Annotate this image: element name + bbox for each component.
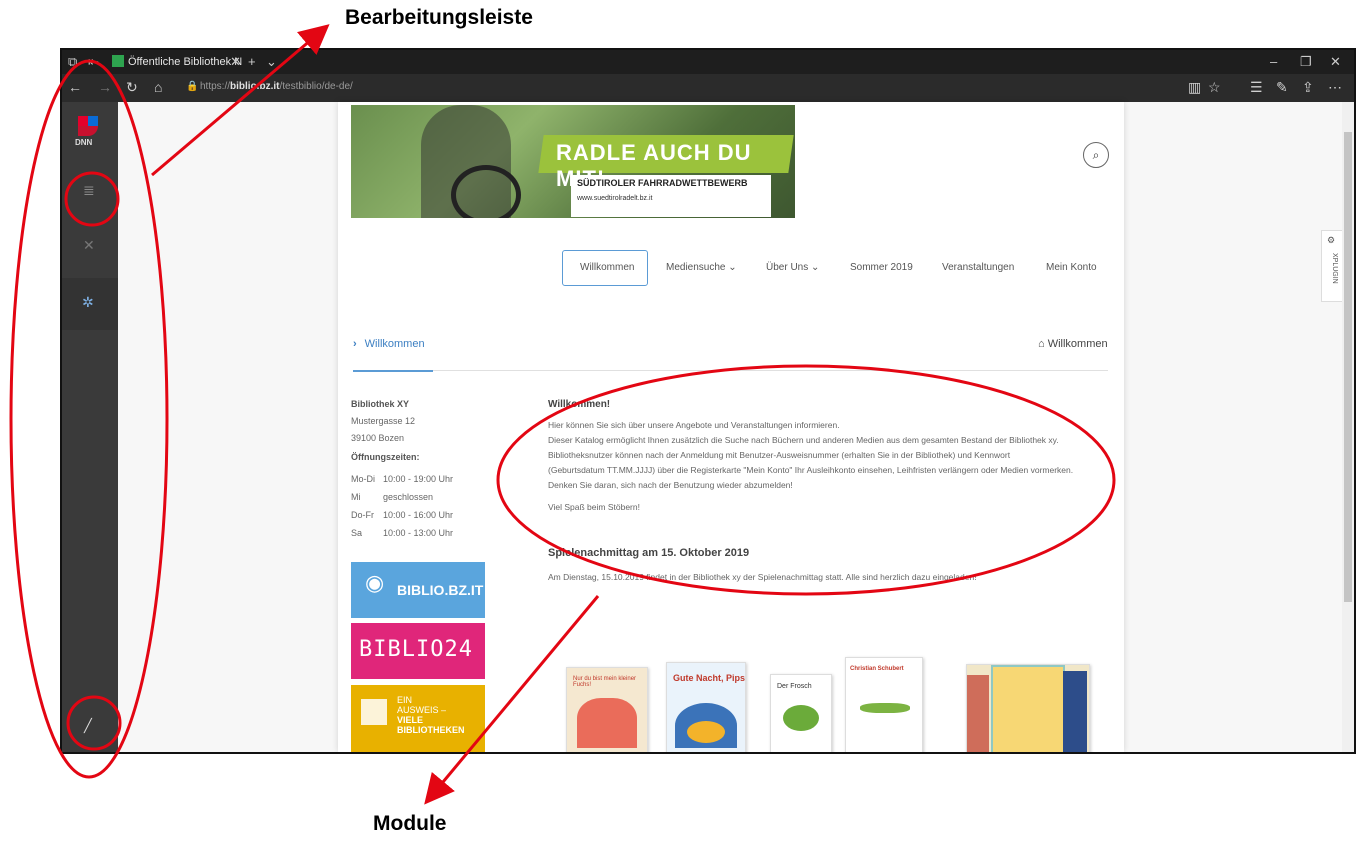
annotation-arrow-bottom bbox=[424, 595, 600, 805]
annotation-ellipse-module bbox=[496, 364, 1116, 596]
annotation-overlay bbox=[9, 24, 1116, 805]
annotation-circle-edit bbox=[66, 695, 122, 751]
annotation-ellipse-persona bbox=[9, 59, 169, 779]
annotation-arrow-top bbox=[151, 24, 330, 177]
annotation-circle-content bbox=[64, 171, 120, 227]
